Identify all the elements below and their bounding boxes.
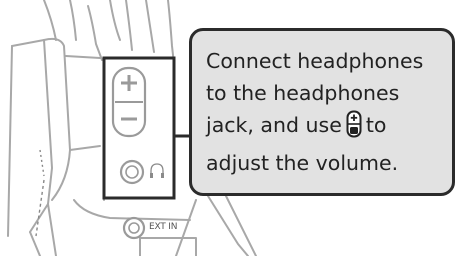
ext-in-label: EXT IN bbox=[149, 222, 178, 232]
callout-line-1: Connect headphones bbox=[206, 49, 424, 73]
headphones-icon bbox=[150, 163, 164, 178]
volume-rocker[interactable] bbox=[111, 66, 147, 138]
callout-line-3-end: to bbox=[365, 113, 387, 137]
diagram-stage: EXT IN Connect headphones to the headpho… bbox=[0, 0, 462, 256]
callout-box: Connect headphones to the headphones jac… bbox=[189, 28, 455, 196]
volume-rocker-icon bbox=[346, 110, 362, 147]
callout-line-4: adjust the volume. bbox=[206, 151, 399, 175]
ext-in-jack[interactable] bbox=[122, 216, 146, 240]
callout-line-3-start: jack, and use bbox=[206, 113, 342, 137]
callout-line-2: to the headphones bbox=[206, 81, 400, 105]
headphone-jack[interactable] bbox=[119, 159, 145, 185]
callout-line-3: jack, and use to bbox=[206, 109, 442, 147]
